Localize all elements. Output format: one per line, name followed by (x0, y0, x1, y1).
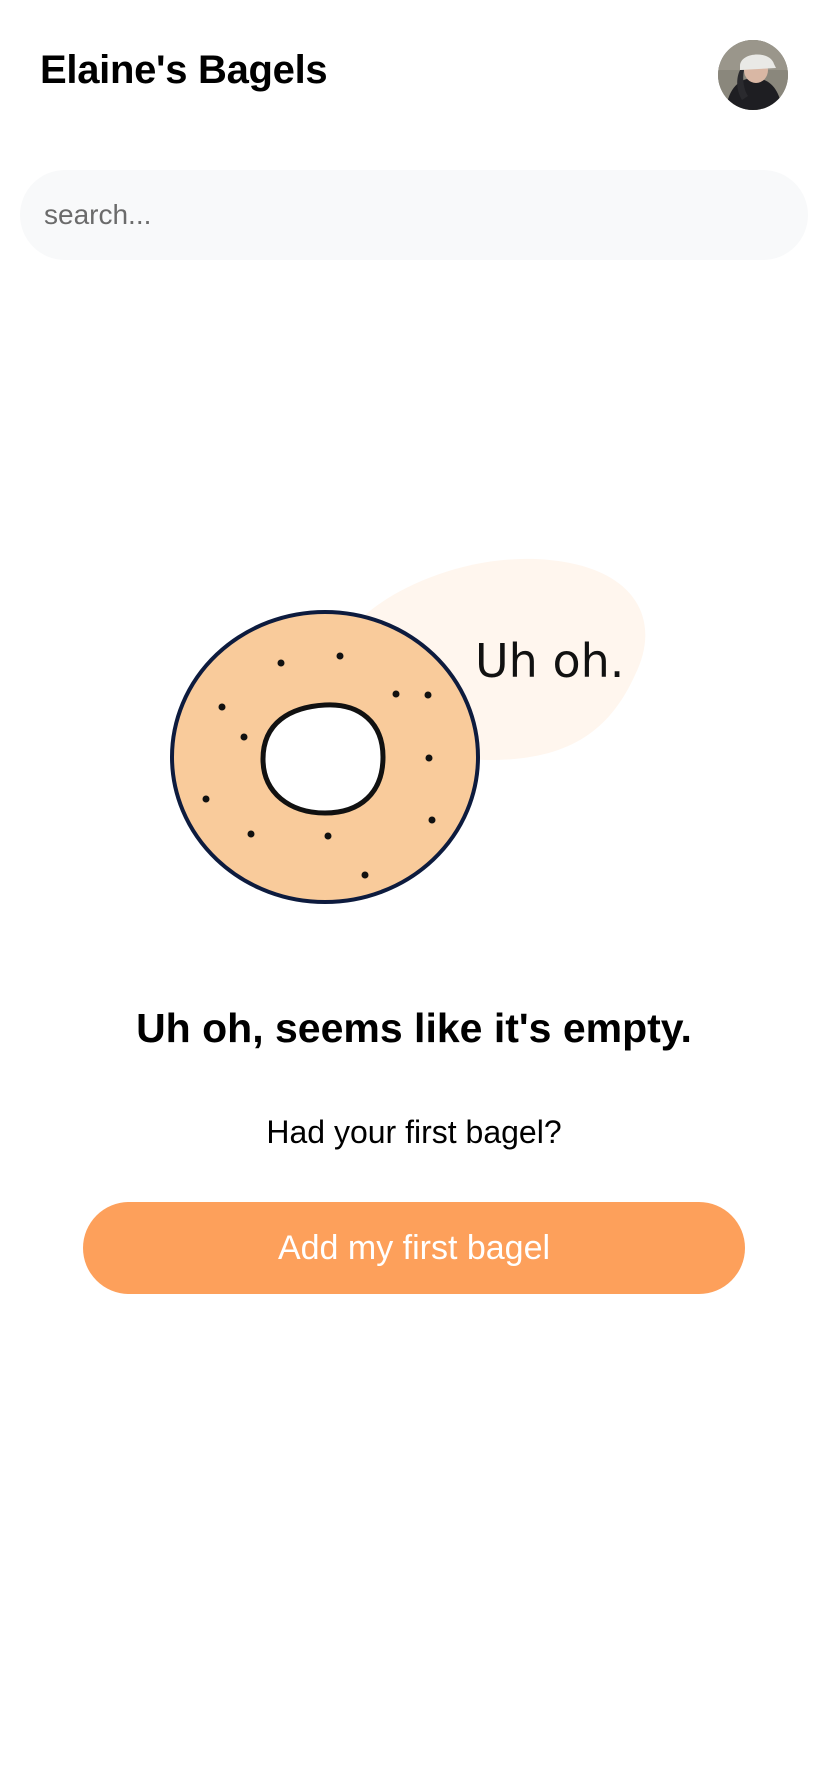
empty-state-subtitle: Had your first bagel? (266, 1114, 562, 1150)
bagel-icon (170, 610, 480, 904)
empty-state-title: Uh oh, seems like it's empty. (136, 1005, 692, 1051)
bubble-text: Uh oh. (475, 634, 624, 688)
user-avatar[interactable] (718, 40, 788, 110)
bagel-illustration-icon: Uh oh. (170, 558, 646, 904)
add-first-bagel-button[interactable]: Add my first bagel (83, 1202, 745, 1294)
search-bar (20, 170, 808, 260)
empty-state-illustration: Uh oh. (150, 555, 670, 920)
search-input[interactable] (44, 170, 784, 260)
avatar-photo-icon (718, 40, 788, 110)
app-header: Elaine's Bagels (0, 0, 828, 140)
app-title: Elaine's Bagels (40, 48, 328, 92)
